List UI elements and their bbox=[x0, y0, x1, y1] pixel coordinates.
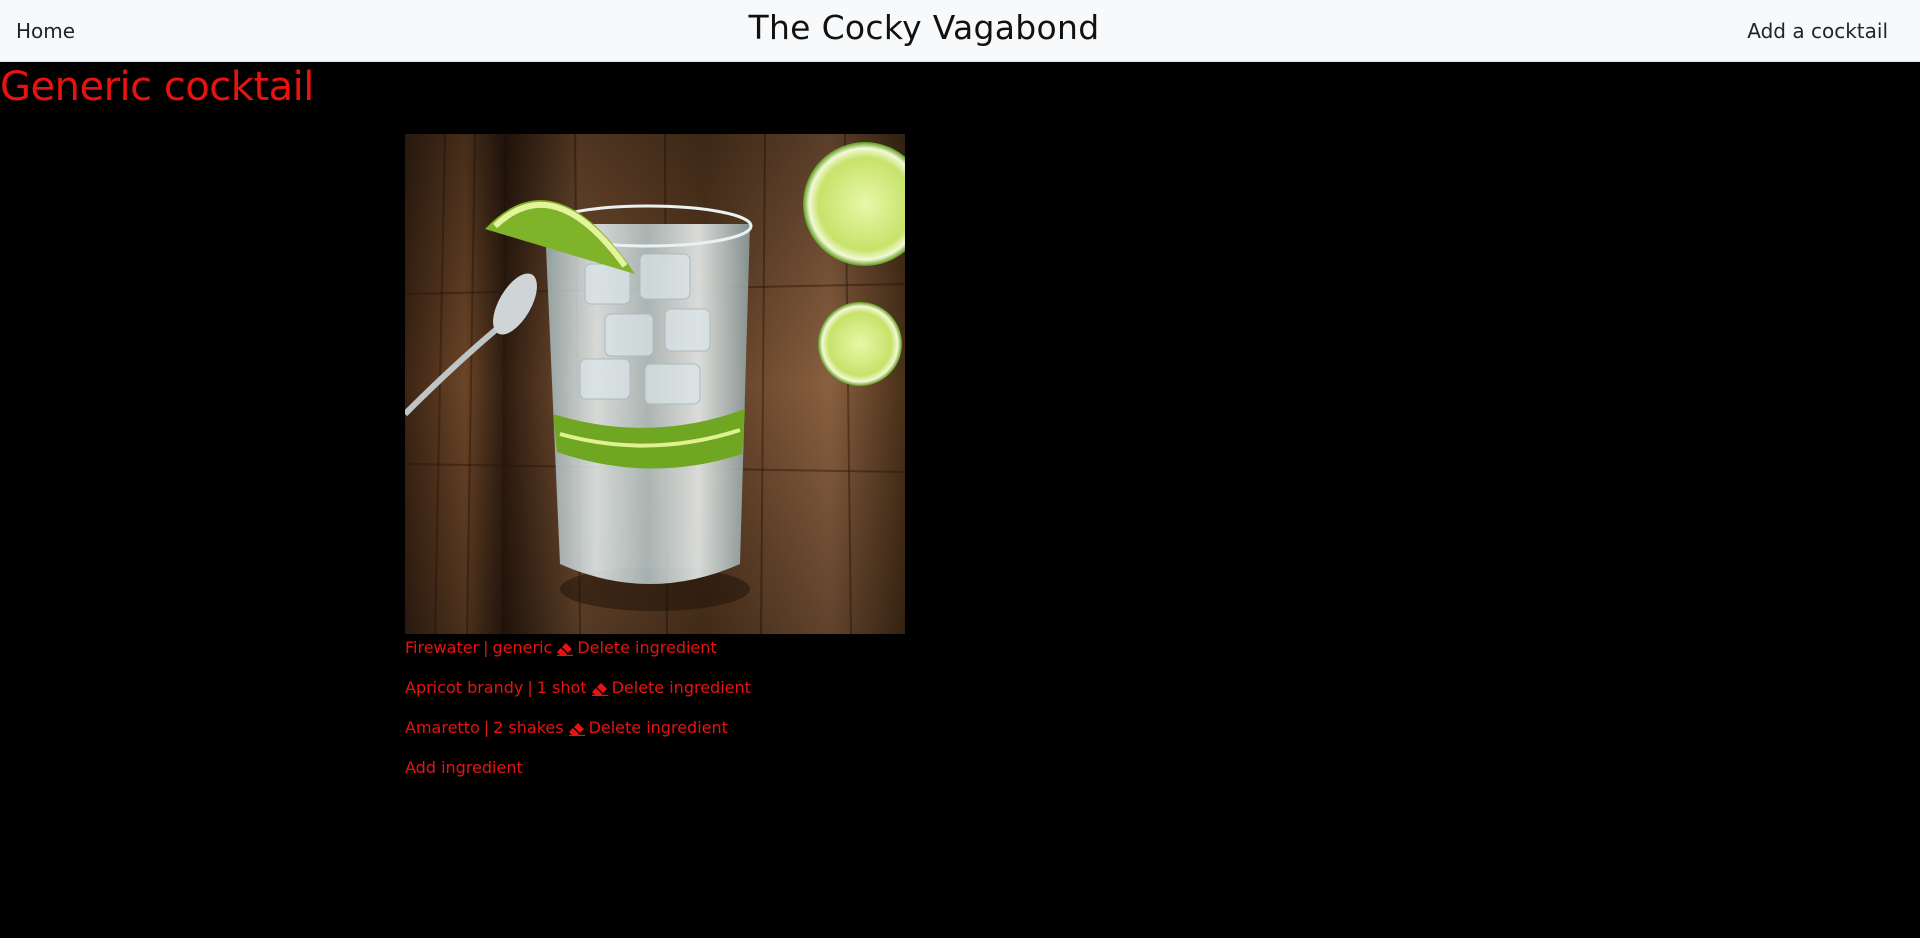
ingredient-separator: | bbox=[483, 638, 489, 657]
eraser-icon[interactable] bbox=[568, 719, 585, 743]
cocktail-photo bbox=[405, 134, 905, 634]
delete-ingredient-link[interactable]: Delete ingredient bbox=[577, 636, 716, 660]
navbar: Home The Cocky Vagabond Add a cocktail bbox=[0, 0, 1920, 62]
ingredient-list: Firewater | generic Delete ingredient Ap… bbox=[405, 634, 1105, 794]
eraser-icon[interactable] bbox=[557, 639, 574, 663]
ingredient-separator: | bbox=[483, 718, 490, 737]
add-ingredient-link[interactable]: Add ingredient bbox=[405, 758, 523, 777]
ingredient-item: Firewater | generic Delete ingredient bbox=[405, 634, 1105, 674]
ingredient-amount: generic bbox=[492, 638, 553, 657]
ingredient-item: Apricot brandy | 1 shot Delete ingredien… bbox=[405, 674, 1105, 714]
ingredient-amount: 1 shot bbox=[536, 678, 587, 697]
ingredient-amount: 2 shakes bbox=[493, 718, 564, 737]
ingredient-name: Firewater bbox=[405, 638, 480, 657]
ingredient-separator: | bbox=[527, 678, 533, 697]
page-title: Generic cocktail bbox=[0, 64, 314, 110]
delete-ingredient-link[interactable]: Delete ingredient bbox=[589, 716, 728, 740]
ingredient-name: Apricot brandy bbox=[405, 678, 524, 697]
eraser-icon[interactable] bbox=[591, 679, 608, 703]
delete-ingredient-link[interactable]: Delete ingredient bbox=[612, 676, 751, 700]
brand-title: The Cocky Vagabond bbox=[748, 8, 1100, 47]
ingredient-name: Amaretto bbox=[405, 718, 480, 737]
nav-add-cocktail-link[interactable]: Add a cocktail bbox=[1747, 19, 1888, 43]
add-ingredient-row: Add ingredient bbox=[405, 754, 1105, 794]
ingredient-item: Amaretto | 2 shakes Delete ingredient bbox=[405, 714, 1105, 754]
